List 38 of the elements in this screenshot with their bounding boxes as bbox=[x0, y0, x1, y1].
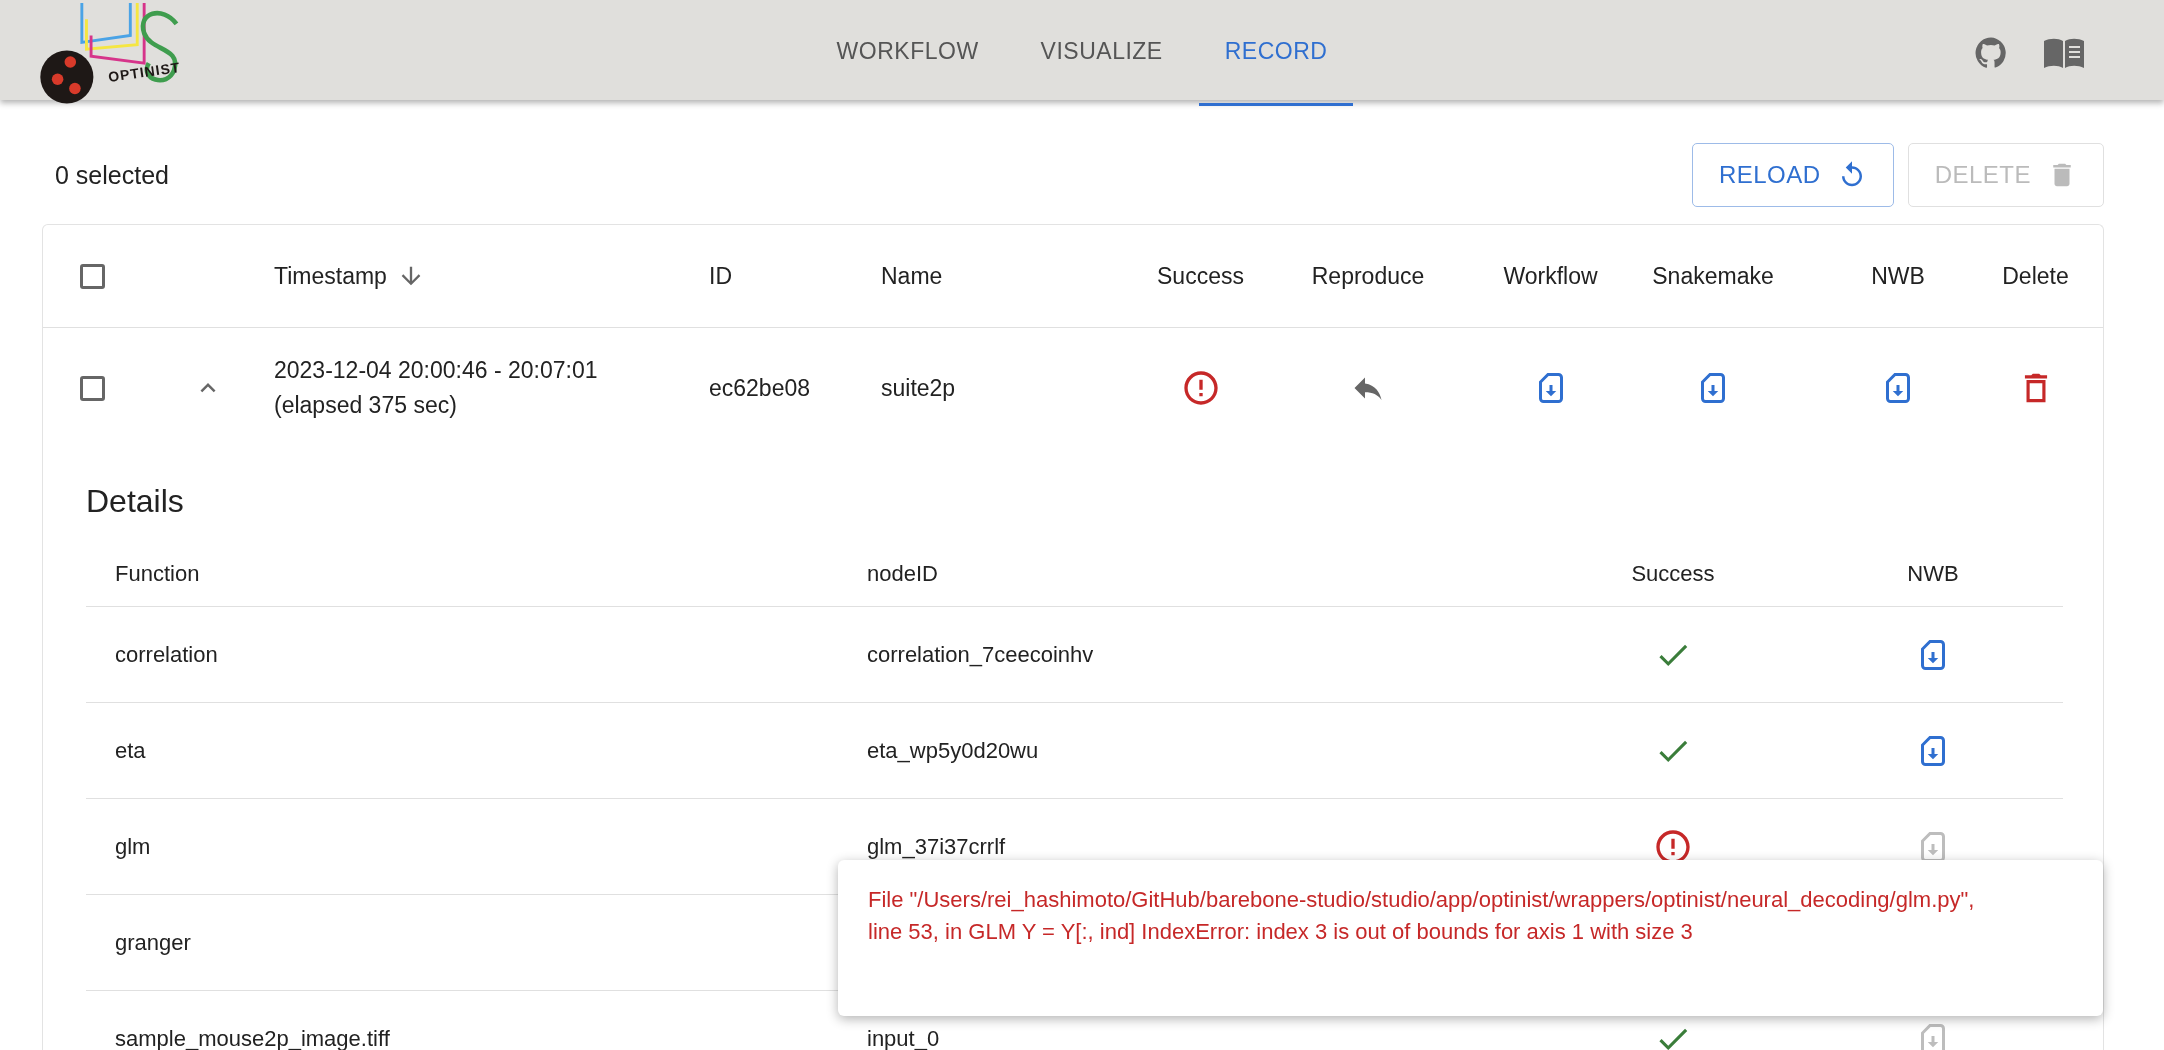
node-id: glm_37i37crrlf bbox=[867, 833, 1006, 860]
column-header: nodeID bbox=[867, 560, 938, 587]
logo-text: OPTINIST bbox=[107, 59, 182, 85]
column-header[interactable]: ID bbox=[709, 262, 732, 290]
github-icon[interactable] bbox=[1974, 36, 2008, 70]
function-name: sample_mouse2p_image.tiff bbox=[115, 1025, 390, 1050]
column-header: Function bbox=[115, 560, 200, 587]
function-name: correlation bbox=[115, 641, 218, 668]
column-header[interactable]: Success bbox=[1157, 262, 1244, 290]
column-header[interactable]: Workflow bbox=[1503, 262, 1598, 290]
column-header[interactable]: Delete bbox=[2002, 262, 2069, 290]
column-header: NWB bbox=[1907, 560, 1959, 587]
record-name: suite2p bbox=[881, 374, 956, 402]
column-header[interactable]: Snakemake bbox=[1652, 262, 1774, 290]
function-name: glm bbox=[115, 833, 151, 860]
column-header[interactable]: Name bbox=[881, 262, 943, 290]
elapsed-time: (elapsed 375 sec) bbox=[274, 392, 458, 419]
node-id: correlation_7ceecoinhv bbox=[867, 641, 1094, 668]
record-id: ec62be08 bbox=[709, 374, 811, 402]
details-heading: Details bbox=[86, 482, 185, 521]
nav-tab[interactable]: WORKFLOW bbox=[810, 0, 1005, 106]
node-id: input_0 bbox=[867, 1025, 940, 1050]
book-icon[interactable] bbox=[2044, 38, 2084, 68]
column-header: Success bbox=[1631, 560, 1715, 587]
select-all-checkbox[interactable] bbox=[79, 263, 105, 289]
column-header[interactable]: NWB bbox=[1871, 262, 1925, 290]
column-header[interactable]: Reproduce bbox=[1311, 262, 1425, 290]
node-id: eta_wp5y0d20wu bbox=[867, 737, 1039, 764]
nav-tab[interactable]: RECORD bbox=[1198, 0, 1354, 106]
nav-tab[interactable]: VISUALIZE bbox=[1014, 0, 1189, 106]
selection-count: 0 selected bbox=[55, 160, 169, 190]
row-checkbox[interactable] bbox=[79, 375, 105, 401]
reload-button[interactable]: RELOAD bbox=[1691, 143, 1894, 207]
timestamp-range: 2023-12-04 20:00:46 - 20:07:01 bbox=[274, 357, 598, 384]
function-name: granger bbox=[115, 929, 191, 956]
error-tooltip: File "/Users/rei_hashimoto/GitHub/barebone-studio/studio/app/optinist/wrappers/optinist/neural_decoding/glm.py", line 53, in GLM Y = Y[:, ind] IndexError: index 3 is out of bounds for axis 1 with size 3 bbox=[838, 860, 2103, 1016]
function-name: eta bbox=[115, 737, 146, 764]
column-header[interactable]: Timestamp bbox=[274, 262, 387, 290]
